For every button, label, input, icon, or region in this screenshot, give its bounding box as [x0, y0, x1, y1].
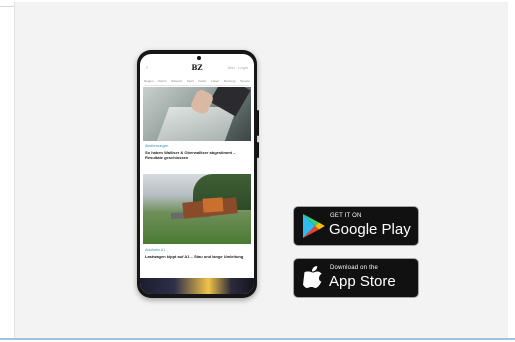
app-promo-panel — [14, 2, 508, 339]
header-actions: Abo · Login — [227, 65, 248, 70]
apple-icon — [303, 266, 322, 288]
nav-item: Region — [144, 79, 154, 83]
app-header: ≡ BZ Abo · Login — [140, 60, 254, 76]
article-image-accident — [143, 174, 251, 244]
phone-mockup: ≡ BZ Abo · Login Region Zürich Schweiz S… — [137, 50, 259, 298]
google-play-button[interactable]: GET IT ON Google Play — [293, 206, 419, 246]
nav-item: Leben — [210, 79, 220, 83]
nav-item: Kultur — [198, 79, 207, 83]
nav-item: Zürich — [158, 79, 167, 83]
nav-item: Meinung — [223, 79, 236, 83]
nav-item: Sport — [186, 79, 194, 83]
article-title: So haben Walliser & Oberwalliser abgesti… — [145, 150, 236, 160]
google-play-caption: GET IT ON — [330, 213, 362, 219]
phone-screen: ≡ BZ Abo · Login Region Zürich Schweiz S… — [140, 54, 254, 294]
app-nav: Region Zürich Schweiz Sport Kultur Leben… — [144, 78, 250, 84]
article-tag: Autobahn A1 — [145, 248, 166, 252]
nav-item: Schweiz — [171, 79, 183, 83]
article-image-teaser — [140, 278, 254, 294]
phone-side-button-2 — [257, 142, 259, 158]
phone-side-button — [257, 110, 259, 136]
article-title: Lastwagen kippt auf A1 – Stau und lange … — [145, 254, 244, 259]
app-store-caption: Download on the — [330, 265, 379, 271]
nav-item: Service — [239, 79, 250, 83]
google-play-label: Google Play — [329, 221, 411, 238]
corner-tick — [0, 0, 14, 7]
app-store-button[interactable]: Download on the App Store — [293, 258, 419, 298]
app-store-label: App Store — [329, 273, 396, 290]
nav-divider — [144, 85, 250, 86]
google-play-icon — [303, 214, 325, 238]
accent-divider — [0, 338, 515, 340]
article-tag: Abstimmungen — [145, 144, 169, 148]
article-image-voting — [143, 87, 251, 141]
